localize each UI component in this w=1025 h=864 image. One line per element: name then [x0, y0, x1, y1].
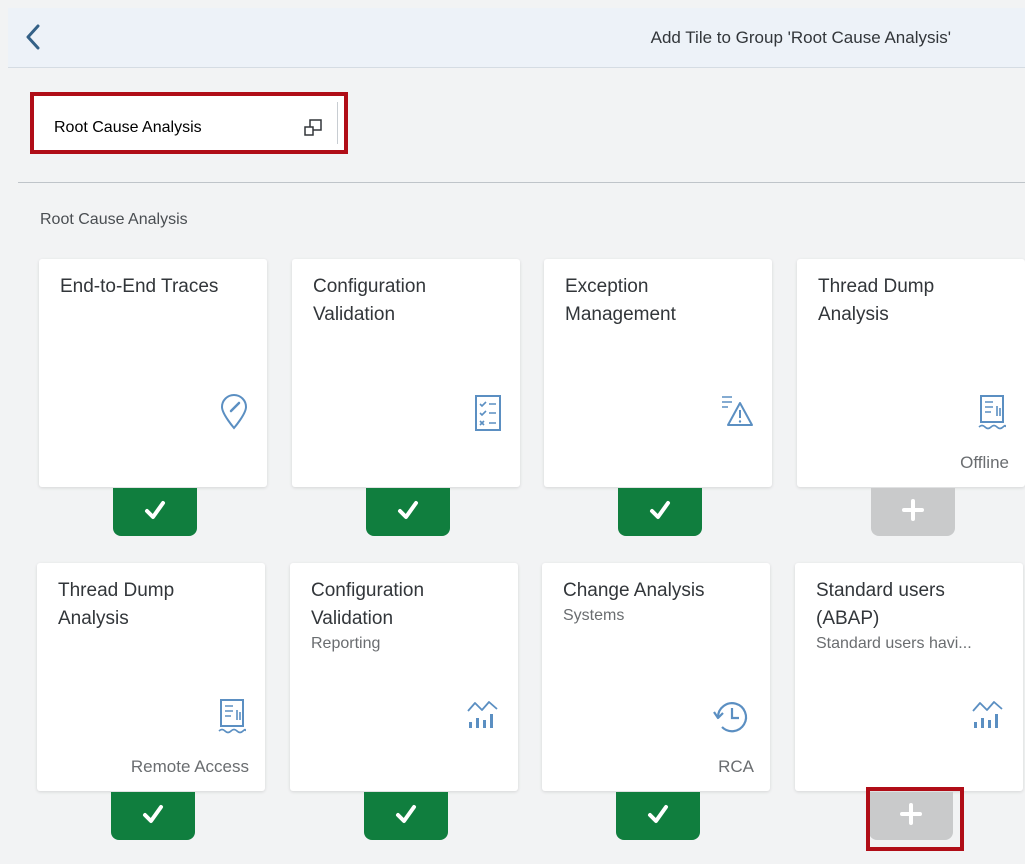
tile-title: Thread Dump Analysis: [818, 276, 935, 325]
checkmark-icon: [395, 804, 417, 829]
divider: [18, 182, 1025, 183]
checklist-icon: [474, 394, 502, 437]
plus-icon: [901, 498, 925, 527]
checkmark-icon: [397, 500, 419, 525]
tile-title: End-to-End Traces: [60, 276, 219, 297]
receipt-icon: [977, 394, 1007, 437]
compass-pin-icon: [219, 394, 249, 435]
group-selector[interactable]: Root Cause Analysis: [30, 92, 348, 154]
page-title: Add Tile to Group 'Root Cause Analysis': [650, 28, 951, 47]
tile-footer: RCA: [718, 757, 754, 776]
tile-title: Standard users (ABAP): [816, 580, 945, 629]
add-to-group-button[interactable]: [869, 792, 953, 840]
back-button[interactable]: [18, 22, 48, 52]
tile-subtitle: Systems: [563, 607, 625, 624]
chevron-left-icon: [26, 24, 40, 50]
tile[interactable]: End-to-End Traces: [39, 259, 267, 487]
page-header: Add Tile to Group 'Root Cause Analysis': [8, 8, 1025, 68]
tile-subtitle: Reporting: [311, 635, 381, 652]
added-toggle-button[interactable]: [111, 792, 195, 840]
tile[interactable]: Exception Management: [544, 259, 772, 487]
checkmark-icon: [649, 500, 671, 525]
group-selector-label: Root Cause Analysis: [54, 119, 202, 136]
added-toggle-button[interactable]: [113, 488, 197, 536]
tile[interactable]: Standard users (ABAP) Standard users havi…: [795, 563, 1023, 791]
add-to-group-button[interactable]: [871, 488, 955, 536]
popup-icon[interactable]: [303, 118, 323, 143]
section-title: Root Cause Analysis: [40, 211, 188, 228]
line-bar-chart-icon: [466, 698, 500, 735]
checkmark-icon: [144, 500, 166, 525]
tile-title: Configuration Validation: [311, 580, 425, 629]
tile[interactable]: Configuration Validation: [292, 259, 520, 487]
tile-subtitle: Standard users havi...: [816, 635, 972, 652]
tile[interactable]: Change Analysis Systems RCA: [542, 563, 770, 791]
line-bar-chart-icon: [971, 698, 1005, 735]
tile-title: Configuration Validation: [313, 276, 427, 325]
history-icon: [712, 698, 752, 741]
tile-title: Change Analysis: [563, 580, 705, 601]
added-toggle-button[interactable]: [618, 488, 702, 536]
receipt-icon: [217, 698, 247, 741]
added-toggle-button[interactable]: [364, 792, 448, 840]
tile-footer: Remote Access: [130, 757, 249, 776]
added-toggle-button[interactable]: [616, 792, 700, 840]
tile[interactable]: Thread Dump Analysis Remote Access: [37, 563, 265, 791]
plus-icon: [899, 802, 923, 831]
warning-list-icon: [720, 394, 754, 433]
added-toggle-button[interactable]: [366, 488, 450, 536]
tile[interactable]: Thread Dump Analysis Offline: [797, 259, 1025, 487]
tile[interactable]: Configuration Validation Reporting: [290, 563, 518, 791]
tile-title: Exception Management: [565, 276, 676, 325]
checkmark-icon: [647, 804, 669, 829]
checkmark-icon: [142, 804, 164, 829]
tile-footer: Offline: [960, 453, 1009, 472]
tile-title: Thread Dump Analysis: [58, 580, 175, 629]
